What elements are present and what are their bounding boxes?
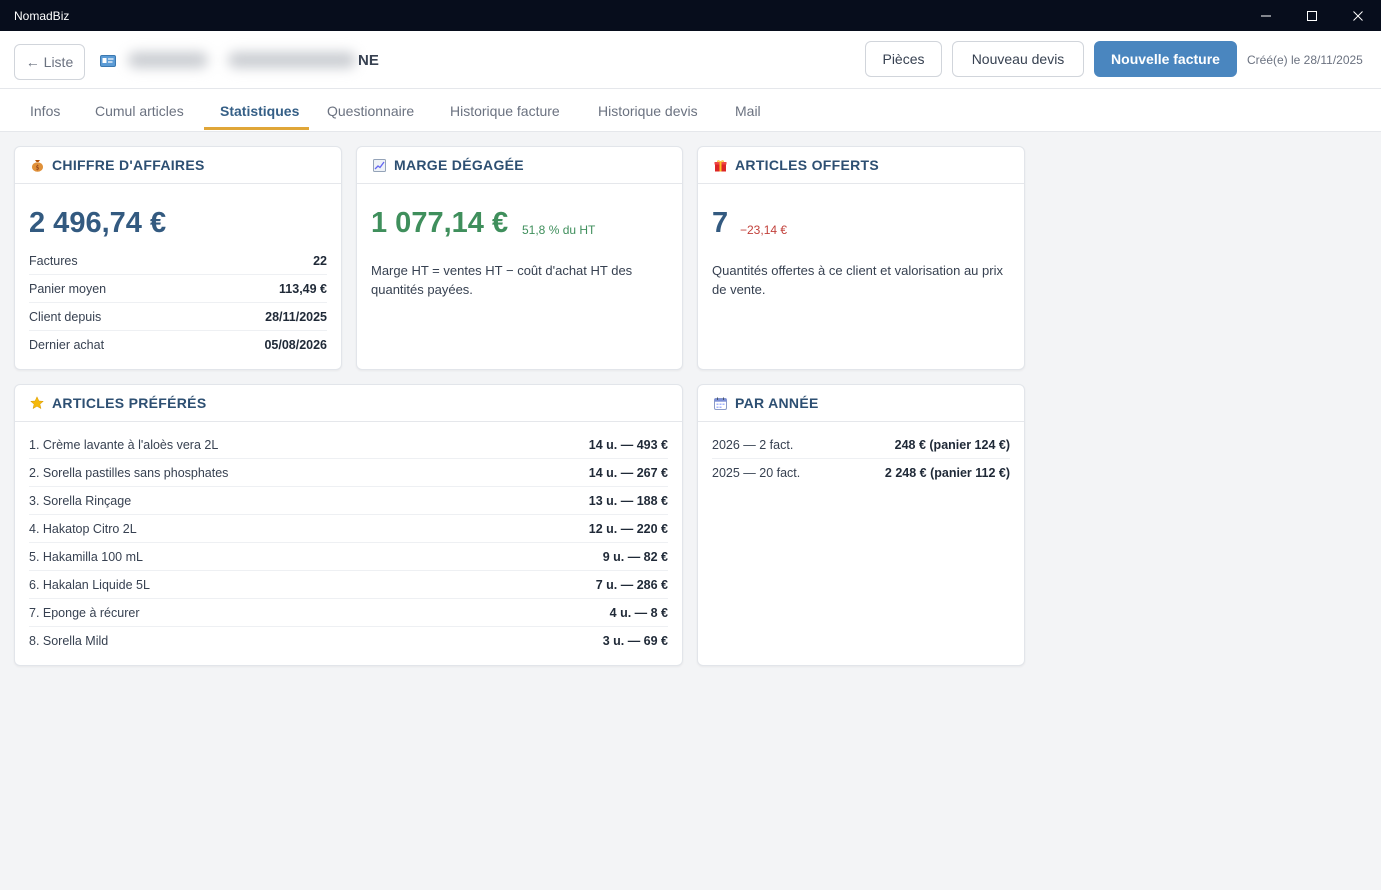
- row-value: 28/11/2025: [265, 309, 327, 324]
- favorites-card-title: ARTICLES PRÉFÉRÉS: [52, 395, 207, 411]
- favorite-items-card: ARTICLES PRÉFÉRÉS 1. Crème lavante à l'a…: [14, 384, 683, 666]
- revenue-row: Factures 22: [29, 247, 327, 275]
- item-value: 14 u. — 267 €: [588, 465, 668, 480]
- item-value: 12 u. — 220 €: [588, 521, 668, 536]
- favorite-items-list: 1. Crème lavante à l'aloès vera 2L 14 u. …: [29, 431, 668, 655]
- revenue-amount: 2 496,74 €: [29, 207, 167, 239]
- list-item: 8. Sorella Mild 3 u. — 69 €: [29, 627, 668, 655]
- tab-statistiques[interactable]: Statistiques: [220, 89, 299, 132]
- offered-count: 7: [712, 207, 729, 239]
- list-item: 2. Sorella pastilles sans phosphates 14 u…: [29, 459, 668, 487]
- item-label: 6. Hakalan Liquide 5L: [29, 577, 150, 592]
- list-item: 4. Hakatop Citro 2L 12 u. — 220 €: [29, 515, 668, 543]
- revenue-row: Dernier achat 05/08/2026: [29, 331, 327, 359]
- minimize-button[interactable]: [1243, 0, 1289, 31]
- list-item: 7. Eponge à récurer 4 u. — 8 €: [29, 599, 668, 627]
- money-bag-icon: $: [30, 158, 44, 172]
- offered-description: Quantités offertes à ce client et valori…: [712, 263, 1003, 297]
- by-year-card-title: PAR ANNÉE: [735, 395, 819, 411]
- item-value: 3 u. — 69 €: [602, 634, 668, 648]
- item-label: 8. Sorella Mild: [29, 634, 109, 648]
- revenue-card-header: $ CHIFFRE D'AFFAIRES: [15, 147, 341, 184]
- active-tab-indicator: [204, 127, 309, 130]
- revenue-card-title: CHIFFRE D'AFFAIRES: [52, 157, 205, 173]
- margin-card-header: MARGE DÉGAGÉE: [357, 147, 682, 184]
- row-label: Dernier achat: [29, 338, 105, 352]
- margin-percent: 51,8 % du HT: [522, 223, 596, 237]
- offered-value: −23,14 €: [740, 223, 788, 237]
- year-value: 2 248 € (panier 112 €): [884, 466, 1010, 480]
- list-item: 2026 — 2 fact. 248 € (panier 124 €): [712, 431, 1010, 459]
- margin-amount: 1 077,14 €: [371, 207, 509, 239]
- close-button[interactable]: [1335, 0, 1381, 31]
- year-label: 2025 — 20 fact.: [712, 466, 801, 480]
- window-controls: [1243, 0, 1381, 31]
- tab-cumul-articles[interactable]: Cumul articles: [95, 89, 184, 132]
- pieces-button[interactable]: Pièces: [865, 41, 942, 77]
- close-icon: [1353, 10, 1363, 21]
- item-label: 2. Sorella pastilles sans phosphates: [29, 465, 229, 480]
- item-value: 7 u. — 286 €: [595, 577, 668, 592]
- item-value: 4 u. — 8 €: [609, 605, 668, 620]
- app-title: NomadBiz: [14, 8, 70, 23]
- list-item: 1. Crème lavante à l'aloès vera 2L 14 u. …: [29, 431, 668, 459]
- new-quote-button[interactable]: Nouveau devis: [952, 41, 1084, 77]
- revenue-card: $ CHIFFRE D'AFFAIRES 2 496,74 € Factures…: [14, 146, 342, 370]
- chart-up-icon: [372, 158, 386, 172]
- tab-questionnaire[interactable]: Questionnaire: [327, 89, 414, 132]
- margin-card-title: MARGE DÉGAGÉE: [394, 157, 524, 173]
- gift-icon: [713, 158, 727, 172]
- offered-card-title: ARTICLES OFFERTS: [735, 157, 880, 173]
- by-year-card: PAR ANNÉE 2026 — 2 fact. 248 € (panier 12…: [697, 384, 1025, 666]
- list-item: 3. Sorella Rinçage 13 u. — 188 €: [29, 487, 668, 515]
- calendar-icon: [713, 396, 727, 410]
- revenue-stats-list: Factures 22 Panier moyen 113,49 € Client d…: [29, 247, 327, 359]
- client-name: NE: [358, 52, 379, 69]
- tab-bar: Infos Cumul articles Statistiques Questi…: [0, 89, 1381, 132]
- id-card-icon: [100, 55, 116, 67]
- maximize-button[interactable]: [1289, 0, 1335, 31]
- item-value: 13 u. — 188 €: [588, 493, 668, 508]
- item-value: 9 u. — 82 €: [602, 549, 668, 564]
- row-value: 05/08/2026: [264, 338, 327, 352]
- item-label: 5. Hakamilla 100 mL: [29, 549, 143, 564]
- by-year-card-header: PAR ANNÉE: [698, 385, 1024, 422]
- year-value: 248 € (panier 124 €): [894, 437, 1010, 452]
- tab-historique-devis[interactable]: Historique devis: [598, 89, 698, 132]
- created-date: Créé(e) le 28/11/2025: [1247, 53, 1363, 67]
- revenue-row: Client depuis 28/11/2025: [29, 303, 327, 331]
- item-label: 4. Hakatop Citro 2L: [29, 521, 137, 536]
- list-item: 6. Hakalan Liquide 5L 7 u. — 286 €: [29, 571, 668, 599]
- year-label: 2026 — 2 fact.: [712, 437, 794, 452]
- new-invoice-button[interactable]: Nouvelle facture: [1094, 41, 1237, 77]
- by-year-list: 2026 — 2 fact. 248 € (panier 124 €) 2025 …: [712, 431, 1010, 487]
- row-label: Factures: [29, 253, 78, 268]
- offered-items-card: ARTICLES OFFERTS 7 −23,14 € Quantités of…: [697, 146, 1025, 370]
- row-label: Panier moyen: [29, 281, 107, 296]
- item-label: 7. Eponge à récurer: [29, 605, 140, 620]
- revenue-row: Panier moyen 113,49 €: [29, 275, 327, 303]
- tab-infos[interactable]: Infos: [30, 89, 60, 132]
- tab-mail[interactable]: Mail: [735, 89, 761, 132]
- favorites-card-header: ARTICLES PRÉFÉRÉS: [15, 385, 682, 422]
- minimize-icon: [1261, 15, 1271, 16]
- item-label: 1. Crème lavante à l'aloès vera 2L: [29, 437, 219, 452]
- back-to-list-button[interactable]: ← Liste: [14, 44, 85, 80]
- tab-historique-facture[interactable]: Historique facture: [450, 89, 560, 132]
- item-label: 3. Sorella Rinçage: [29, 493, 132, 508]
- list-item: 5. Hakamilla 100 mL 9 u. — 82 €: [29, 543, 668, 571]
- maximize-icon: [1307, 10, 1317, 21]
- row-value: 22: [313, 253, 327, 268]
- list-item: 2025 — 20 fact. 2 248 € (panier 112 €): [712, 459, 1010, 487]
- margin-card: MARGE DÉGAGÉE 1 077,14 € 51,8 % du HT Ma…: [356, 146, 683, 370]
- svg-text:$: $: [35, 165, 39, 172]
- item-value: 14 u. — 493 €: [588, 437, 668, 452]
- star-icon: [30, 396, 44, 410]
- title-bar: NomadBiz: [0, 0, 1381, 31]
- margin-description: Marge HT = ventes HT − coût d'achat HT d…: [371, 263, 633, 297]
- client-name-redacted: [120, 43, 360, 77]
- row-label: Client depuis: [29, 309, 102, 324]
- row-value: 113,49 €: [279, 281, 327, 296]
- offered-card-header: ARTICLES OFFERTS: [698, 147, 1024, 184]
